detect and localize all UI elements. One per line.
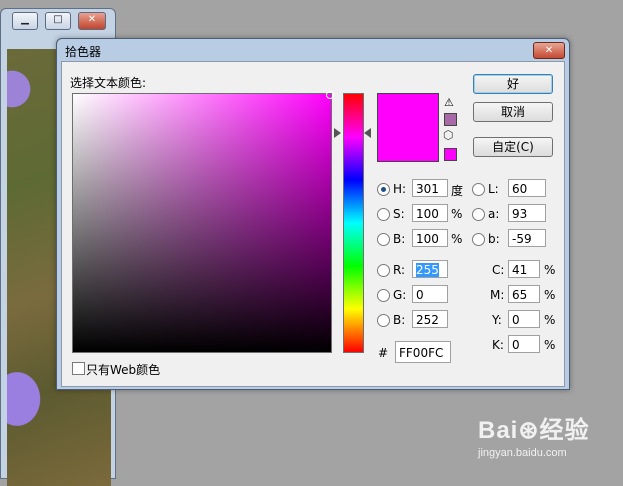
close-icon: ✕: [87, 14, 97, 25]
b-input[interactable]: 100: [412, 229, 448, 247]
dialog-titlebar[interactable]: 拾色器 ✕: [57, 39, 569, 61]
y-unit: %: [544, 313, 556, 327]
y-label: Y:: [492, 313, 502, 327]
h-input[interactable]: 301: [412, 179, 448, 197]
s-input[interactable]: 100: [412, 204, 448, 222]
h-label: H:: [393, 182, 407, 196]
c-label: C:: [492, 263, 505, 277]
l-input[interactable]: 60: [508, 179, 546, 197]
hex-input[interactable]: FF00FC: [395, 341, 451, 363]
new-color-swatch: [377, 93, 439, 162]
m-unit: %: [544, 288, 556, 302]
k-input[interactable]: 0: [508, 335, 540, 353]
minimize-button[interactable]: ▁: [12, 12, 38, 30]
g-input[interactable]: 0: [412, 285, 448, 303]
b-label: B:: [393, 232, 406, 246]
c-unit: %: [544, 263, 556, 277]
m-label: M:: [490, 288, 505, 302]
a-radio[interactable]: [472, 208, 485, 221]
dialog-title: 拾色器: [65, 45, 102, 59]
gamut-warning-icon[interactable]: ⚠: [444, 96, 454, 109]
web-safe-cube-icon[interactable]: ⬡: [443, 128, 453, 142]
r-input[interactable]: 255: [412, 260, 448, 278]
s-label: S:: [393, 207, 405, 221]
rgb-b-input[interactable]: 252: [412, 310, 448, 328]
hue-slider-right-arrow[interactable]: [364, 128, 371, 138]
k-unit: %: [544, 338, 556, 352]
h-radio[interactable]: [377, 183, 390, 196]
a-label: a:: [488, 207, 500, 221]
a-input[interactable]: 93: [508, 204, 546, 222]
hue-slider[interactable]: [343, 93, 364, 353]
k-label: K:: [492, 338, 504, 352]
lab-b-radio[interactable]: [472, 233, 485, 246]
c-input[interactable]: 41: [508, 260, 540, 278]
cancel-button[interactable]: 取消: [473, 102, 553, 122]
s-radio[interactable]: [377, 208, 390, 221]
ok-button[interactable]: 好: [473, 74, 553, 94]
y-input[interactable]: 0: [508, 310, 540, 328]
color-picker-dialog: 拾色器 ✕ 选择文本颜色: ⚠ ⬡ 好 取消 自定(C) H: 301 度 S:…: [56, 38, 570, 390]
close-icon: ✕: [544, 45, 554, 56]
watermark: Bai⊛经验 jingyan.baidu.com: [478, 410, 589, 459]
g-label: G:: [393, 288, 407, 302]
lab-b-input[interactable]: -59: [508, 229, 546, 247]
rgb-b-radio[interactable]: [377, 314, 390, 327]
web-safe-swatch[interactable]: [444, 148, 457, 161]
s-unit: %: [451, 207, 463, 221]
web-only-checkbox[interactable]: [72, 362, 85, 375]
h-unit: 度: [451, 184, 464, 198]
custom-button[interactable]: 自定(C): [473, 137, 553, 157]
r-input-value: 255: [416, 263, 439, 277]
r-label: R:: [393, 263, 406, 277]
hex-label: #: [378, 346, 389, 360]
b-radio[interactable]: [377, 233, 390, 246]
saturation-brightness-field[interactable]: [72, 91, 334, 353]
dialog-client: 选择文本颜色: ⚠ ⬡ 好 取消 自定(C) H: 301 度 S: 100 %…: [61, 61, 565, 387]
maximize-button[interactable]: □: [45, 12, 71, 30]
l-label: L:: [488, 182, 499, 196]
background-close-button[interactable]: ✕: [78, 12, 106, 30]
maximize-icon: □: [53, 14, 63, 25]
minimize-icon: ▁: [21, 14, 29, 25]
gamut-warning-swatch[interactable]: [444, 113, 457, 126]
dialog-close-button[interactable]: ✕: [533, 42, 565, 59]
hue-slider-left-arrow[interactable]: [334, 128, 341, 138]
r-radio[interactable]: [377, 264, 390, 277]
web-only-label: 只有Web颜色: [86, 363, 161, 377]
lab-b-label: b:: [488, 232, 500, 246]
l-radio[interactable]: [472, 183, 485, 196]
rgb-b-label: B:: [393, 313, 406, 327]
g-radio[interactable]: [377, 289, 390, 302]
m-input[interactable]: 65: [508, 285, 540, 303]
prompt-label: 选择文本颜色:: [70, 76, 147, 90]
color-selection-marker[interactable]: [326, 91, 334, 99]
watermark-logo: Bai⊛经验: [478, 417, 590, 444]
watermark-url: jingyan.baidu.com: [478, 447, 567, 459]
b-unit: %: [451, 232, 463, 246]
